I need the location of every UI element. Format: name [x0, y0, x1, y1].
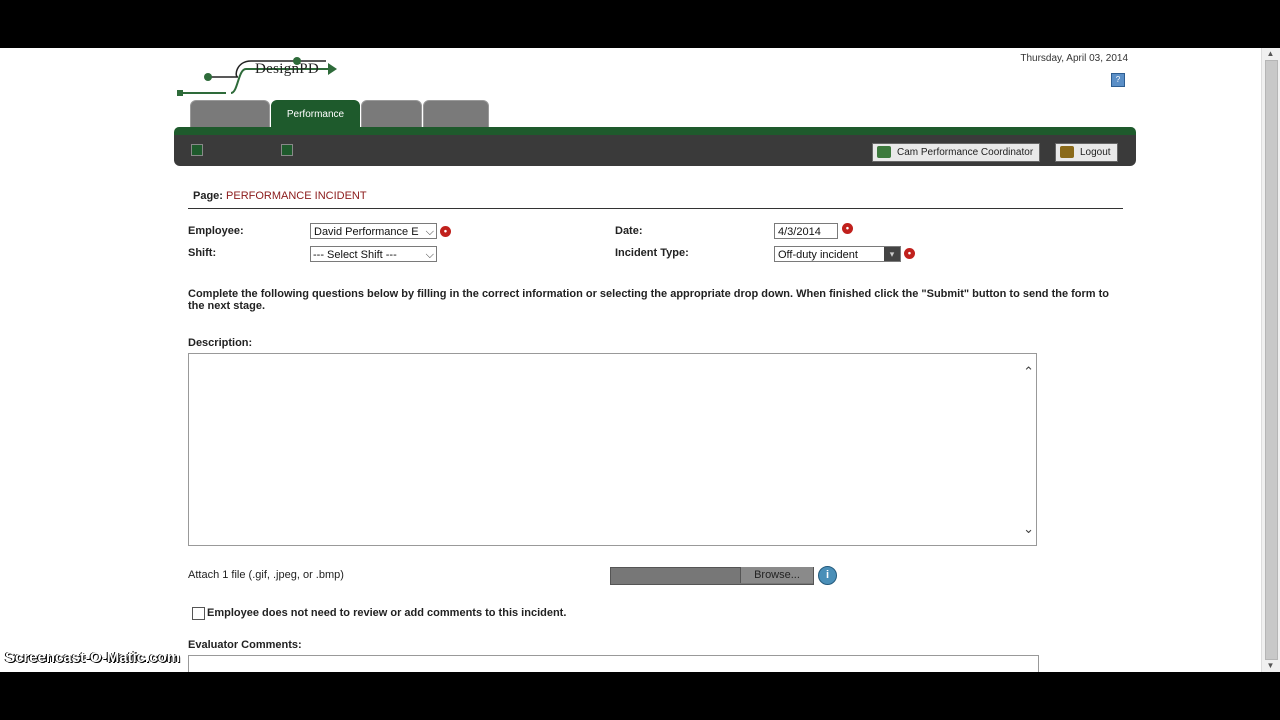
date-label: Date:: [615, 225, 643, 237]
page-title: PERFORMANCE INCIDENT: [226, 190, 367, 202]
attach-label: Attach 1 file (.gif, .jpeg, or .bmp): [188, 569, 344, 581]
tab-4[interactable]: [423, 100, 489, 129]
logout-label: Logout: [1080, 147, 1111, 158]
no-review-checkbox[interactable]: [192, 607, 205, 620]
required-icon: •: [440, 226, 451, 237]
tab-performance[interactable]: Performance: [271, 100, 360, 130]
incident-type-select[interactable]: Off-duty incident ▾: [774, 246, 901, 262]
nav-green-bar: [174, 127, 1136, 135]
evaluator-comments-label: Evaluator Comments:: [188, 639, 302, 651]
scroll-up-arrow-icon[interactable]: ▲: [1265, 49, 1276, 59]
current-date: Thursday, April 03, 2014: [1020, 53, 1128, 64]
chevron-down-icon: ⌵: [425, 249, 434, 261]
tab-3[interactable]: [361, 100, 422, 129]
chevron-down-icon: ⌵: [425, 226, 434, 238]
bullet-icon: [281, 144, 293, 156]
logout-button[interactable]: Logout: [1055, 143, 1118, 162]
page-scrollbar[interactable]: ▲ ▼: [1261, 48, 1280, 672]
shift-label: Shift:: [188, 247, 217, 259]
instructions-text: Complete the following questions below b…: [188, 288, 1110, 312]
evaluator-comments-textarea[interactable]: [188, 655, 1039, 672]
description-textarea[interactable]: ⌃ ⌄: [188, 353, 1037, 546]
brand-text: DesignPD: [255, 61, 320, 77]
browse-button[interactable]: Browse...: [740, 567, 813, 583]
info-icon[interactable]: i: [818, 566, 837, 585]
bullet-icon: [191, 144, 203, 156]
user-icon: [877, 146, 891, 158]
sub-nav-item-2[interactable]: [281, 144, 297, 160]
scroll-down-arrow-icon[interactable]: ▼: [1265, 661, 1276, 671]
no-review-label: Employee does not need to review or add …: [207, 607, 567, 619]
coordinator-label: Cam Performance Coordinator: [897, 147, 1034, 158]
required-icon: •: [904, 248, 915, 259]
scroll-down-icon[interactable]: ⌄: [1023, 521, 1034, 537]
divider: [188, 208, 1123, 209]
help-icon[interactable]: ?: [1111, 73, 1125, 87]
date-value: 4/3/2014: [778, 226, 821, 238]
scroll-thumb[interactable]: [1265, 60, 1278, 660]
incident-type-value: Off-duty incident: [778, 249, 858, 261]
page-prefix: Page:: [193, 190, 223, 202]
page-heading: Page: PERFORMANCE INCIDENT: [193, 190, 367, 202]
coordinator-button[interactable]: Cam Performance Coordinator: [872, 143, 1041, 162]
tab-performance-label: Performance: [286, 109, 345, 120]
tab-1[interactable]: [190, 100, 270, 129]
logout-icon: [1060, 146, 1074, 158]
shift-value: --- Select Shift ---: [313, 249, 397, 261]
date-input[interactable]: 4/3/2014: [774, 223, 838, 239]
sub-nav-item-1[interactable]: [191, 144, 207, 160]
dropdown-icon: ▾: [884, 247, 900, 261]
employee-label: Employee:: [188, 225, 244, 237]
employee-select[interactable]: David Performance E ⌵: [310, 223, 437, 239]
description-label: Description:: [188, 337, 253, 349]
shift-select[interactable]: --- Select Shift --- ⌵: [310, 246, 437, 262]
required-icon: •: [842, 223, 853, 234]
scroll-up-icon[interactable]: ⌃: [1023, 364, 1034, 380]
employee-value: David Performance E: [314, 226, 419, 238]
screencast-watermark: Screencast-O-Matic.com: [5, 649, 181, 666]
browser-page: DesignPD Thursday, April 03, 2014 ? Perf…: [0, 48, 1280, 672]
incident-type-label: Incident Type:: [615, 247, 689, 259]
